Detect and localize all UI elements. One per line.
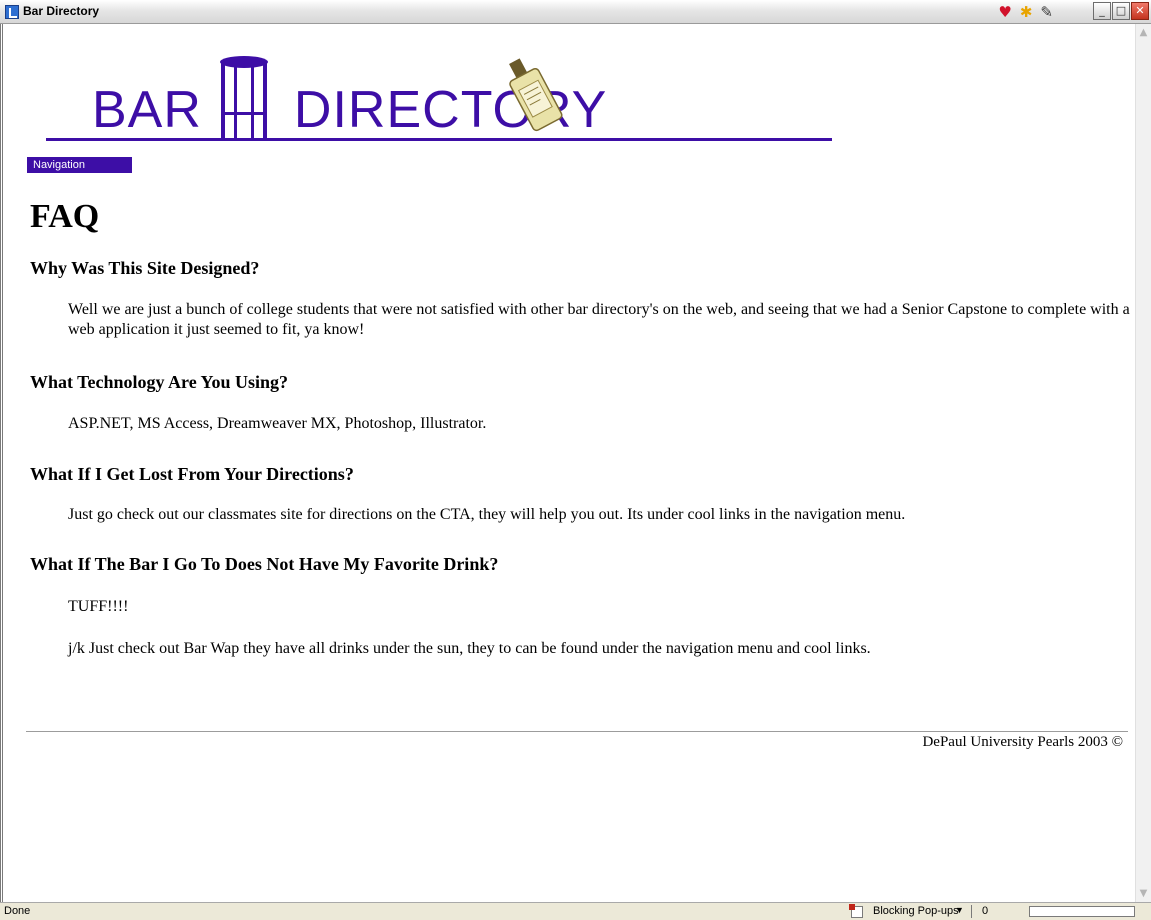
progress-bar <box>1029 906 1135 917</box>
star-icon[interactable]: ✱ <box>1020 3 1033 21</box>
logo-word-bar: BAR <box>92 81 202 139</box>
browser-app-icon <box>5 5 19 19</box>
toolbar-icons: ♥ ✱ ✎ <box>998 3 1053 21</box>
faq-answer: ASP.NET, MS Access, Dreamweaver MX, Phot… <box>68 415 487 432</box>
faq-question: Why Was This Site Designed? <box>30 258 260 278</box>
popup-blocker-label[interactable]: Blocking Pop-ups <box>873 905 959 917</box>
minimize-button[interactable]: _ <box>1093 2 1111 20</box>
faq-answer: Just go check out our classmates site fo… <box>68 506 906 523</box>
faq-answer: Well we are just a bunch of college stud… <box>68 301 1130 338</box>
blocked-count: 0 <box>982 905 989 917</box>
maximize-button[interactable]: □ <box>1112 2 1130 20</box>
footer-copyright: DePaul University Pearls 2003 © <box>922 734 1123 750</box>
footer-divider <box>26 731 1128 732</box>
edit-icon[interactable]: ✎ <box>1040 3 1053 21</box>
faq-question: What If The Bar I Go To Does Not Have My… <box>30 554 499 574</box>
scroll-up-arrow-icon[interactable]: ▲ <box>1136 24 1151 41</box>
page-content: BAR DIRECTORY Navigation FAQ Why Was This… <box>6 24 1134 902</box>
status-bar: Done Blocking Pop-ups ▼ 0 <box>0 902 1151 920</box>
logo-underline <box>46 138 832 141</box>
faq-question: What If I Get Lost From Your Directions? <box>30 464 354 484</box>
page-title: FAQ <box>30 198 100 235</box>
site-logo[interactable]: BAR DIRECTORY <box>26 54 846 154</box>
chevron-down-icon[interactable]: ▼ <box>955 905 964 915</box>
close-button[interactable]: ✕ <box>1131 2 1149 20</box>
browser-viewport: BAR DIRECTORY Navigation FAQ Why Was This… <box>0 24 1151 902</box>
window-titlebar: Bar Directory ♥ ✱ ✎ _ □ ✕ <box>0 0 1151 24</box>
status-divider <box>971 905 972 918</box>
faq-question: What Technology Are You Using? <box>30 372 289 392</box>
navigation-menu-button[interactable]: Navigation <box>27 157 132 173</box>
faq-answer: j/k Just check out Bar Wap they have all… <box>68 640 871 657</box>
window-title: Bar Directory <box>23 4 100 18</box>
vertical-scrollbar[interactable]: ▲ ▼ <box>1135 24 1151 902</box>
status-text: Done <box>4 905 31 917</box>
window-controls: _ □ ✕ <box>1093 2 1149 20</box>
scroll-down-arrow-icon[interactable]: ▼ <box>1136 885 1151 902</box>
heart-icon[interactable]: ♥ <box>998 3 1011 21</box>
popup-blocker-icon[interactable] <box>849 904 863 918</box>
faq-answer: TUFF!!!! <box>68 598 129 615</box>
bottle-icon <box>509 58 563 132</box>
